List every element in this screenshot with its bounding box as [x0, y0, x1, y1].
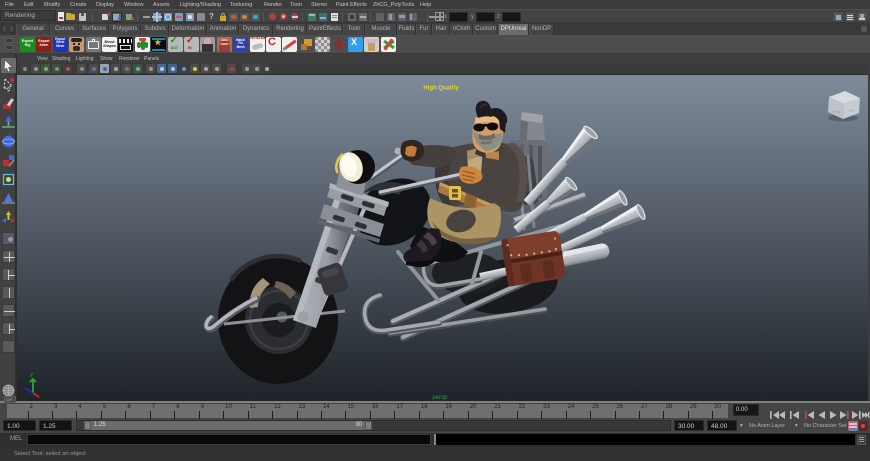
- svg-text:front: front: [832, 109, 841, 115]
- svg-text:High Quality: High Quality: [423, 86, 459, 92]
- svg-text:Y: Y: [30, 373, 34, 379]
